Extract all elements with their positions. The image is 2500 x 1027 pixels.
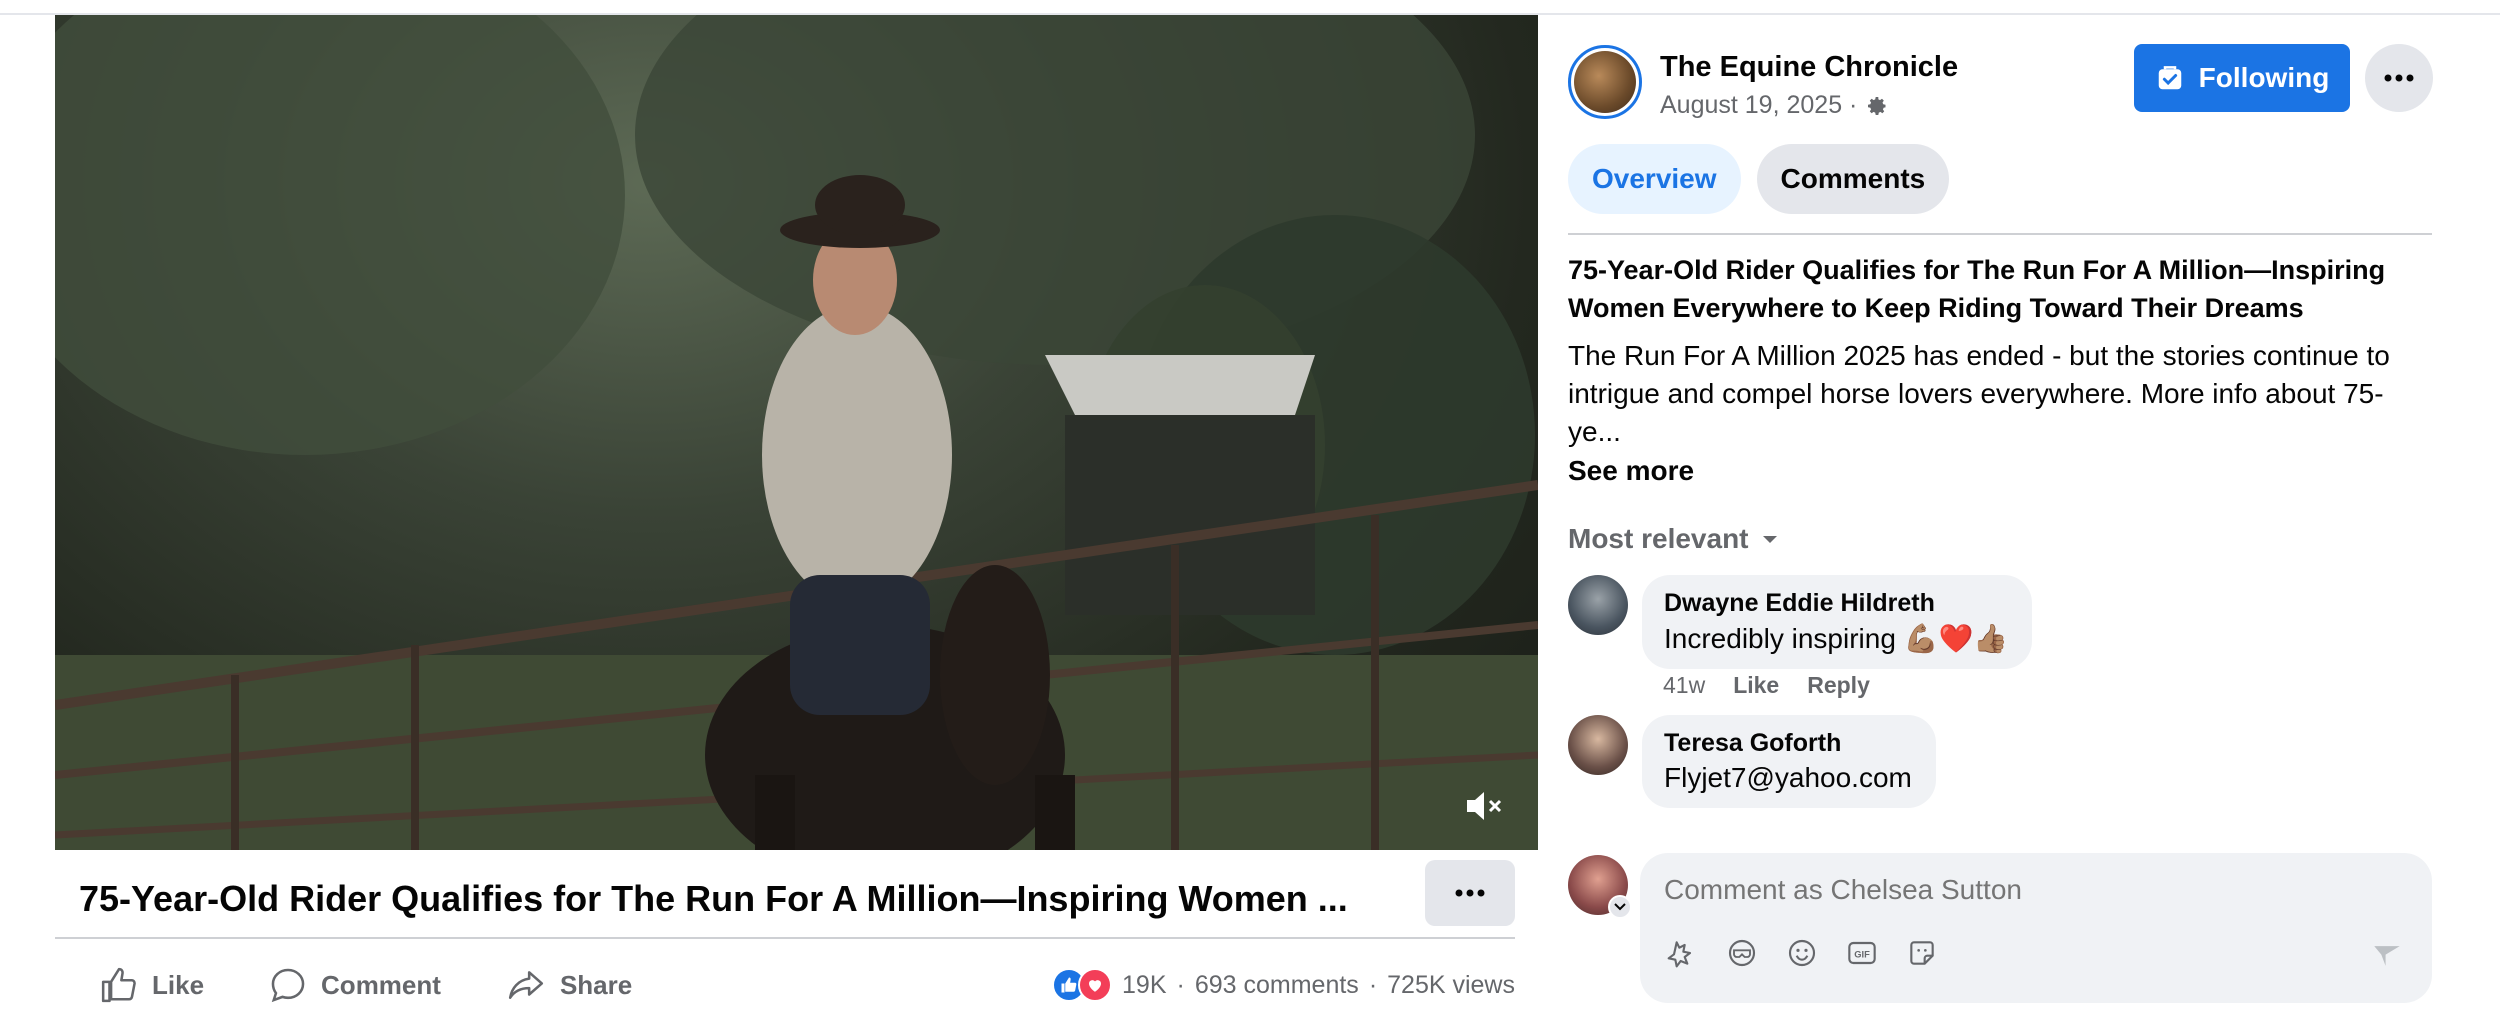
post-date-text[interactable]: August 19, 2025 · xyxy=(1660,91,1857,120)
sticker-icon[interactable] xyxy=(1904,935,1940,971)
send-button[interactable] xyxy=(2370,939,2404,978)
send-icon xyxy=(2374,946,2400,966)
comment-count[interactable]: 693 comments xyxy=(1195,971,1359,1000)
comment-label: Comment xyxy=(321,969,441,1000)
more-dots-icon xyxy=(1455,889,1485,897)
following-check-icon xyxy=(2158,66,2181,90)
view-count: 725K views xyxy=(1387,970,1515,999)
page-avatar[interactable] xyxy=(1568,45,1642,119)
thumbs-up-icon xyxy=(101,967,136,1003)
chevron-down-icon xyxy=(1614,903,1626,911)
page-name[interactable]: The Equine Chronicle xyxy=(1660,51,1958,84)
like-label: Like xyxy=(152,969,205,1000)
divider xyxy=(1568,233,2432,235)
comment-bubble-icon xyxy=(271,968,305,1003)
comment-meta: 41w Like Reply xyxy=(1663,672,1870,699)
share-label: Share xyxy=(559,969,633,1000)
tab-overview[interactable]: Overview xyxy=(1568,144,1741,214)
comment-composer: GIF xyxy=(1640,853,2432,1003)
top-divider xyxy=(0,0,2500,15)
comment-text: Flyjet7@yahoo.com xyxy=(1664,762,1912,793)
reaction-icons[interactable] xyxy=(1052,968,1113,1002)
comment-sort-dropdown[interactable]: Most relevant xyxy=(1568,523,1779,555)
sort-label: Most relevant xyxy=(1568,523,1749,554)
post-body: The Run For A Million 2025 has ended - b… xyxy=(1568,340,2390,447)
commenter-avatar[interactable] xyxy=(1568,575,1628,635)
comment-item: Dwayne Eddie Hildreth Incredibly inspiri… xyxy=(1568,575,2033,669)
profile-switch-button[interactable] xyxy=(1608,895,1632,919)
more-dots-icon xyxy=(2384,74,2414,82)
engagement-stats: 19K · 693 comments · 725K views xyxy=(1052,955,1515,1015)
comment-bubble: Dwayne Eddie Hildreth Incredibly inspiri… xyxy=(1642,575,2033,669)
page-options-button[interactable] xyxy=(2365,44,2433,112)
commenter-name[interactable]: Dwayne Eddie Hildreth xyxy=(1664,589,2008,618)
following-button[interactable]: Following xyxy=(2134,44,2350,112)
video-title-row: 75-Year-Old Rider Qualifies for The Run … xyxy=(55,860,1515,938)
comment-item: Teresa Goforth Flyjet7@yahoo.com xyxy=(1568,715,1936,808)
video-more-button[interactable] xyxy=(1425,860,1515,926)
comment-age[interactable]: 41w xyxy=(1663,672,1705,699)
avatar-sticker-icon[interactable] xyxy=(1664,935,1700,971)
video-title: 75-Year-Old Rider Qualifies for The Run … xyxy=(79,878,1348,919)
composer-toolbar: GIF xyxy=(1664,935,1940,971)
svg-text:GIF: GIF xyxy=(1854,950,1870,960)
comment-reply-button[interactable]: Reply xyxy=(1807,672,1870,699)
divider xyxy=(55,937,1515,939)
post-date: August 19, 2025 · xyxy=(1660,91,1889,120)
commenter-avatar[interactable] xyxy=(1568,715,1628,775)
tab-comments[interactable]: Comments xyxy=(1756,144,1950,214)
caret-down-icon xyxy=(1762,536,1777,543)
mask-icon[interactable] xyxy=(1724,935,1760,971)
reaction-count[interactable]: 19K xyxy=(1122,971,1166,1000)
comment-button[interactable]: Comment xyxy=(269,966,441,1004)
comment-like-button[interactable]: Like xyxy=(1733,672,1779,699)
comment-bubble: Teresa Goforth Flyjet7@yahoo.com xyxy=(1642,715,1936,808)
share-arrow-icon xyxy=(508,971,544,999)
video-player[interactable] xyxy=(55,15,1538,850)
tab-bar: Overview Comments xyxy=(1568,144,1950,214)
post-headline: 75-Year-Old Rider Qualifies for The Run … xyxy=(1568,255,2386,323)
gif-icon[interactable]: GIF xyxy=(1844,935,1880,971)
comment-text: Incredibly inspiring 💪🏽❤️👍🏽 xyxy=(1664,623,2009,654)
mute-button[interactable] xyxy=(1464,788,1508,828)
muted-speaker-icon xyxy=(1467,792,1502,820)
emoji-icon[interactable] xyxy=(1784,935,1820,971)
separator: · xyxy=(1176,970,1185,999)
action-bar: Like Comment Share 19K · 693 comments · … xyxy=(55,955,1515,1015)
post-sidebar: The Equine Chronicle August 19, 2025 · F… xyxy=(1568,15,2433,1027)
love-reaction-icon xyxy=(1078,968,1113,1002)
comment-input[interactable] xyxy=(1664,867,2364,913)
separator: · xyxy=(1368,970,1378,999)
share-button[interactable]: Share xyxy=(506,966,632,1004)
gear-icon xyxy=(1868,96,1887,115)
like-button[interactable]: Like xyxy=(100,966,204,1004)
see-more-link[interactable]: See more xyxy=(1568,455,1694,487)
following-label: Following xyxy=(2198,62,2330,93)
commenter-name[interactable]: Teresa Goforth xyxy=(1664,729,1912,758)
